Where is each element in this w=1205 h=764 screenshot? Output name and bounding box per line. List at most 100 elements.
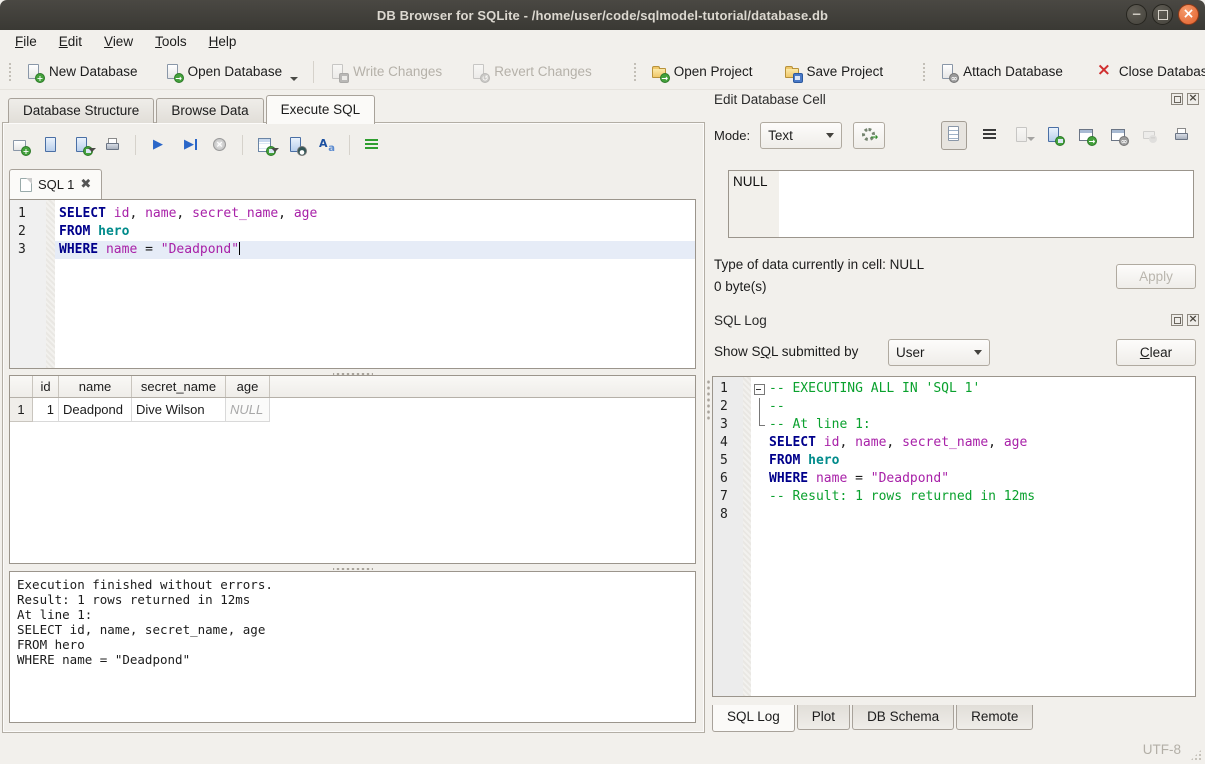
dock-close-icon[interactable] xyxy=(1187,314,1199,326)
find-replace-icon[interactable] xyxy=(287,136,305,154)
sql-editor[interactable]: 1 SELECT id, name, secret_name, age 2 FR… xyxy=(9,199,696,369)
open-database-dropdown-icon[interactable] xyxy=(290,77,298,81)
column-header-age[interactable]: age xyxy=(226,376,270,397)
cell-value: NULL xyxy=(729,171,779,237)
save-sql-file-icon[interactable] xyxy=(73,136,91,154)
window-title: DB Browser for SQLite - /home/user/code/… xyxy=(377,8,828,23)
column-header-name[interactable]: name xyxy=(59,376,132,397)
sql-log-filter-label: Show SQL submitted by xyxy=(714,344,858,359)
cell-age[interactable]: NULL xyxy=(226,398,270,422)
word-wrap-icon[interactable] xyxy=(981,126,999,144)
sql-log-filter-select[interactable]: User xyxy=(888,339,990,366)
editor-line[interactable]: 1 SELECT id, name, secret_name, age xyxy=(10,205,695,223)
log-line: 7 -- Result: 1 rows returned in 12ms xyxy=(713,488,1195,506)
execute-current-line-icon[interactable] xyxy=(180,136,198,154)
editor-line[interactable]: 2 FROM hero xyxy=(10,223,695,241)
auto-switch-mode-button[interactable] xyxy=(853,122,885,149)
execution-message[interactable]: Execution finished without errors. Resul… xyxy=(9,571,696,723)
tab-db-schema[interactable]: DB Schema xyxy=(852,705,954,730)
print-icon[interactable] xyxy=(1173,126,1191,144)
close-database-button[interactable]: Close Database xyxy=(1086,58,1205,86)
new-sql-tab-icon[interactable] xyxy=(11,136,29,154)
sql-document-tab[interactable]: SQL 1 xyxy=(9,169,102,199)
collapse-marker-icon[interactable] xyxy=(751,380,767,398)
editor-line-current[interactable]: 3 WHERE name = "Deadpond" xyxy=(10,241,695,259)
mode-label: Mode: xyxy=(714,128,750,143)
tab-sql-log[interactable]: SQL Log xyxy=(712,705,795,732)
tab-execute-sql[interactable]: Execute SQL xyxy=(266,95,376,124)
format-sql-icon[interactable] xyxy=(318,136,336,154)
line-number: 1 xyxy=(10,205,46,223)
sql-log-title: SQL Log xyxy=(714,313,767,328)
attach-database-icon xyxy=(939,63,957,81)
code-line[interactable]: SELECT id, name, secret_name, age xyxy=(55,205,695,223)
dock-float-icon[interactable] xyxy=(1171,314,1183,326)
tab-remote[interactable]: Remote xyxy=(956,705,1033,730)
menu-edit[interactable]: Edit xyxy=(48,30,93,54)
log-line: 2 -- xyxy=(713,398,1195,416)
panel-splitter[interactable] xyxy=(704,380,712,420)
corner-header[interactable] xyxy=(10,376,33,397)
new-database-icon xyxy=(25,63,43,81)
dock-close-icon[interactable] xyxy=(1187,93,1199,105)
cell-name[interactable]: Deadpond xyxy=(59,398,132,422)
main-toolbar: New Database Open Database Write Changes… xyxy=(0,54,1205,90)
cell-secret-name[interactable]: Dive Wilson xyxy=(132,398,226,422)
toolbar-grip[interactable] xyxy=(8,62,12,82)
log-line: 3 -- At line 1: xyxy=(713,416,1195,434)
titlebar[interactable]: DB Browser for SQLite - /home/user/code/… xyxy=(0,0,1205,30)
tab-plot[interactable]: Plot xyxy=(797,705,850,730)
fold-line-end xyxy=(751,416,767,434)
link-icon[interactable] xyxy=(1109,126,1127,144)
column-header-secret-name[interactable]: secret_name xyxy=(132,376,226,397)
save-project-button[interactable]: Save Project xyxy=(774,58,893,86)
minimize-icon[interactable] xyxy=(1126,4,1147,25)
status-bar: UTF-8 xyxy=(0,735,1205,764)
text-mode-button[interactable] xyxy=(941,121,967,150)
log-line: 8 xyxy=(713,506,1195,524)
toolbar-grip[interactable] xyxy=(633,62,637,82)
clear-button[interactable]: Clear xyxy=(1116,339,1196,366)
dock-tab-bar: SQL Log Plot DB Schema Remote xyxy=(712,706,1035,735)
word-wrap-icon[interactable] xyxy=(363,136,381,154)
open-project-button[interactable]: Open Project xyxy=(641,58,762,86)
db-browser-window: DB Browser for SQLite - /home/user/code/… xyxy=(0,0,1205,764)
menu-view[interactable]: View xyxy=(93,30,144,54)
attach-database-button[interactable]: Attach Database xyxy=(930,58,1072,86)
code-line[interactable]: WHERE name = "Deadpond" xyxy=(55,241,695,259)
menu-file[interactable]: File xyxy=(4,30,48,54)
resize-grip[interactable] xyxy=(1190,749,1202,761)
tab-database-structure[interactable]: Database Structure xyxy=(8,98,154,123)
open-project-icon xyxy=(650,63,668,81)
menu-tools[interactable]: Tools xyxy=(144,30,198,54)
open-external-icon[interactable] xyxy=(1077,126,1095,144)
export-data-icon[interactable] xyxy=(1045,126,1063,144)
close-tab-icon[interactable] xyxy=(80,178,91,191)
dock-float-icon[interactable] xyxy=(1171,93,1183,105)
toolbar-grip[interactable] xyxy=(922,62,926,82)
tab-browse-data[interactable]: Browse Data xyxy=(156,98,263,123)
results-table: id name secret_name age 1 1 Deadpond Div… xyxy=(9,375,696,564)
open-database-button[interactable]: Open Database xyxy=(155,58,308,86)
log-line: 4 SELECT id, name, secret_name, age xyxy=(713,434,1195,452)
menu-help[interactable]: Help xyxy=(198,30,248,54)
close-icon[interactable] xyxy=(1178,4,1199,25)
line-number: 2 xyxy=(10,223,46,241)
save-results-icon[interactable] xyxy=(256,136,274,154)
write-changes-icon xyxy=(329,63,347,81)
execute-all-icon[interactable] xyxy=(149,136,167,154)
maximize-icon[interactable] xyxy=(1152,4,1173,25)
fold-line xyxy=(751,398,767,416)
chevron-down-icon xyxy=(826,133,834,138)
new-database-button[interactable]: New Database xyxy=(16,58,147,86)
print-icon[interactable] xyxy=(104,136,122,154)
row-header[interactable]: 1 xyxy=(10,398,33,422)
sql-log-view[interactable]: 1 -- EXECUTING ALL IN 'SQL 1' 2 -- 3 -- … xyxy=(712,376,1196,697)
open-sql-file-icon[interactable] xyxy=(42,136,60,154)
code-line[interactable]: FROM hero xyxy=(55,223,695,241)
cell-id[interactable]: 1 xyxy=(33,398,59,422)
revert-changes-button: Revert Changes xyxy=(461,58,601,86)
mode-select[interactable]: Text xyxy=(760,122,842,149)
cell-value-editor[interactable]: NULL xyxy=(728,170,1194,238)
column-header-id[interactable]: id xyxy=(33,376,59,397)
